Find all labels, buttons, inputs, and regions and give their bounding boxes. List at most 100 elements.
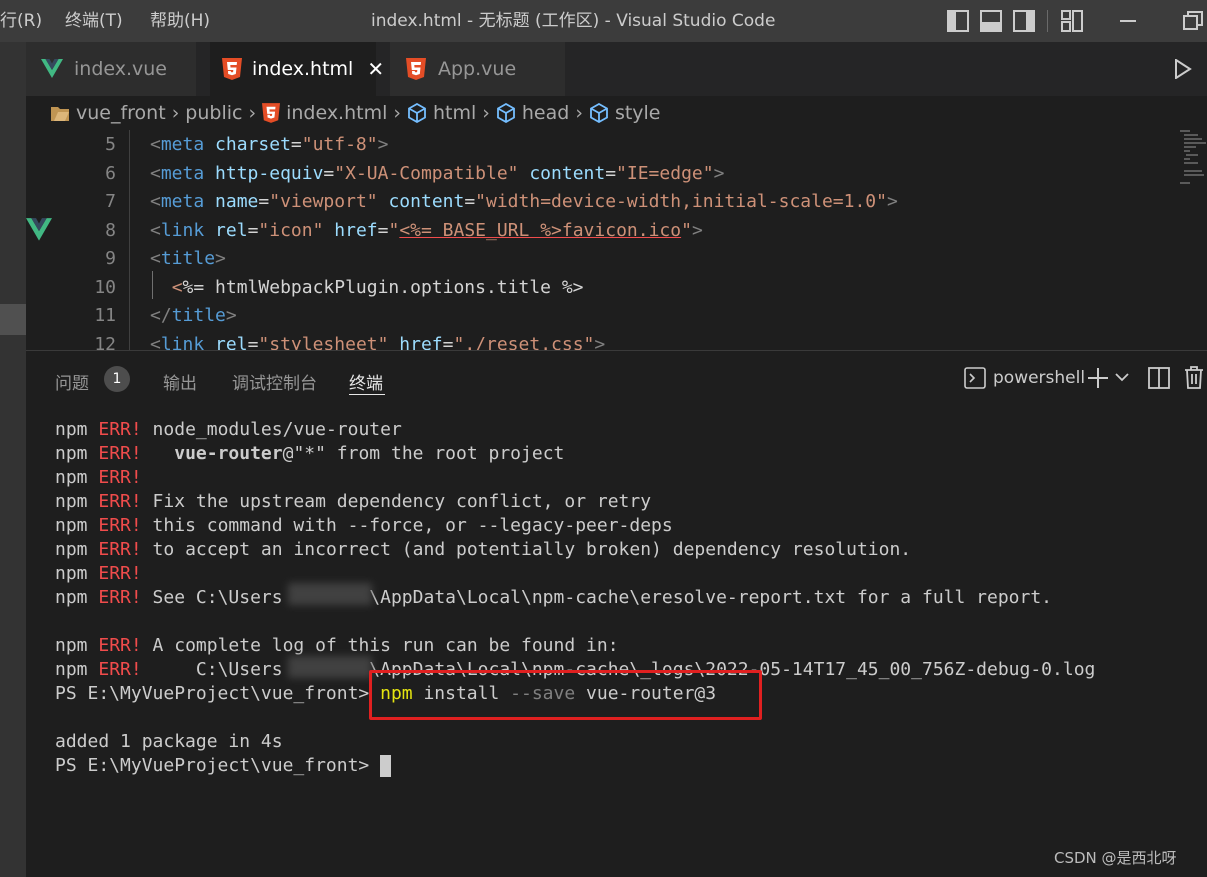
code-token: meta (160, 162, 205, 184)
tab-index-vue[interactable]: index.vue (26, 42, 196, 96)
activity-bar-selected-item[interactable] (0, 304, 26, 335)
terminal-text: @"*" from the root project (282, 443, 565, 464)
code-token: = (323, 162, 335, 184)
toggle-panel-icon[interactable] (980, 10, 1002, 32)
code-editor[interactable]: 5 6 7 8 9 10 11 12 <meta charset="utf-8"> <meta … (26, 130, 1207, 350)
code-line[interactable]: </title> (150, 305, 237, 326)
bottom-panel: 问题 1 输出 调试控制台 终端 powershell npm ERR! nod… (26, 350, 1207, 877)
code-token: > (377, 134, 389, 155)
code-line[interactable]: <%= htmlWebpackPlugin.options.title %> (150, 277, 584, 298)
code-token: content (388, 191, 465, 212)
terminal-text: added 1 package in 4s (55, 731, 283, 752)
line-number: 5 (105, 134, 116, 155)
code-token: title (160, 248, 216, 269)
tab-output[interactable]: 输出 (163, 369, 197, 394)
chevron-down-icon[interactable] (1115, 372, 1129, 382)
line-number: 8 (105, 219, 116, 241)
breadcrumb-item[interactable]: public (185, 102, 242, 124)
breadcrumb-item[interactable]: vue_front (76, 102, 166, 124)
minimap[interactable] (1176, 130, 1207, 190)
terminal-text: to accept an incorrect (and potentially … (141, 539, 912, 560)
code-line[interactable]: <meta name="viewport" content="width=dev… (150, 191, 898, 212)
terminal-text: PS E:\MyVueProject\vue_front> (55, 683, 381, 704)
active-tab-indicator (349, 394, 385, 395)
tab-problems[interactable]: 问题 (55, 369, 89, 394)
menu-run[interactable]: 行(R) (0, 0, 42, 42)
restore-icon[interactable] (1183, 11, 1203, 31)
code-token: < (150, 333, 161, 351)
add-terminal-icon[interactable] (1087, 367, 1109, 389)
titlebar-divider (1047, 10, 1048, 32)
run-icon[interactable] (1174, 59, 1192, 79)
toggle-sidebar-icon[interactable] (947, 10, 969, 32)
breadcrumb-item[interactable]: style (615, 102, 661, 124)
menu-help[interactable]: 帮助(H) (150, 0, 210, 42)
code-line[interactable]: <title> (150, 248, 226, 269)
code-token: link (160, 219, 205, 241)
terminal-line: npm ERR! node_modules/vue-router (55, 419, 402, 440)
code-token: " (388, 219, 400, 241)
error-label: ERR! (98, 635, 142, 656)
element-icon (407, 103, 427, 123)
code-token: "icon" (258, 219, 324, 241)
line-number: 10 (94, 276, 116, 298)
terminal-text: npm (55, 467, 99, 488)
code-token: href (399, 333, 443, 351)
code-token: > (225, 305, 237, 326)
toggle-secondary-sidebar-icon[interactable] (1013, 10, 1035, 32)
trash-icon[interactable] (1184, 366, 1204, 389)
code-token: content (529, 162, 606, 184)
html5-icon (262, 103, 281, 123)
split-terminal-icon[interactable] (1148, 367, 1170, 389)
code-token: name (215, 191, 259, 212)
menu-terminal[interactable]: 终端(T) (65, 0, 123, 42)
terminal-icon (964, 367, 986, 389)
breadcrumb-item[interactable]: index.html (286, 102, 387, 124)
code-token: "./reset.css" (453, 333, 595, 351)
code-token: title (171, 305, 226, 326)
tab-app-vue[interactable]: App.vue (390, 42, 565, 96)
shell-label[interactable]: powershell (993, 368, 1085, 388)
editor-tab-bar: index.vue index.html ✕ App.vue (26, 42, 1207, 96)
code-token: %= htmlWebpackPlugin.options.title %> (182, 276, 584, 298)
code-token: "IE=edge" (616, 162, 714, 184)
terminal-line: added 1 package in 4s (55, 731, 283, 752)
tab-label: index.vue (74, 58, 167, 80)
error-label: ERR! (98, 515, 142, 536)
code-token: < (150, 134, 161, 155)
code-token: charset (215, 134, 291, 155)
code-token: meta (160, 134, 205, 155)
chevron-right-icon: › (248, 102, 257, 124)
line-number: 9 (105, 248, 116, 269)
code-token: < (150, 248, 161, 269)
element-icon (589, 103, 609, 123)
tab-index-html[interactable]: index.html ✕ (210, 42, 384, 96)
customize-layout-icon[interactable] (1061, 10, 1083, 32)
minimize-icon[interactable] (1120, 20, 1136, 22)
code-token: < (171, 276, 183, 298)
close-icon[interactable]: ✕ (367, 57, 384, 81)
code-token: http-equiv (215, 162, 324, 184)
code-line[interactable]: <link rel="icon" href="<%= BASE_URL %>fa… (150, 220, 703, 241)
terminal-line: npm ERR! A complete log of this run can … (55, 635, 619, 656)
code-token: rel (215, 219, 248, 241)
code-line[interactable]: <link rel="stylesheet" href="./reset.css… (150, 334, 605, 351)
tab-debug-console[interactable]: 调试控制台 (232, 369, 317, 394)
code-token: "width=device-width,initial-scale=1.0" (475, 191, 887, 212)
code-token: < (150, 219, 161, 241)
error-label: ERR! (98, 419, 142, 440)
code-line[interactable]: <meta charset="utf-8"> (150, 134, 388, 155)
chevron-right-icon: › (393, 102, 401, 124)
code-token: < (150, 162, 161, 184)
breadcrumb-item[interactable]: html (433, 102, 476, 124)
terminal-text: npm (55, 515, 99, 536)
breadcrumb-item[interactable]: head (522, 102, 569, 124)
tab-terminal[interactable]: 终端 (349, 369, 383, 394)
code-line[interactable]: <meta http-equiv="X-UA-Compatible" conte… (150, 163, 724, 184)
